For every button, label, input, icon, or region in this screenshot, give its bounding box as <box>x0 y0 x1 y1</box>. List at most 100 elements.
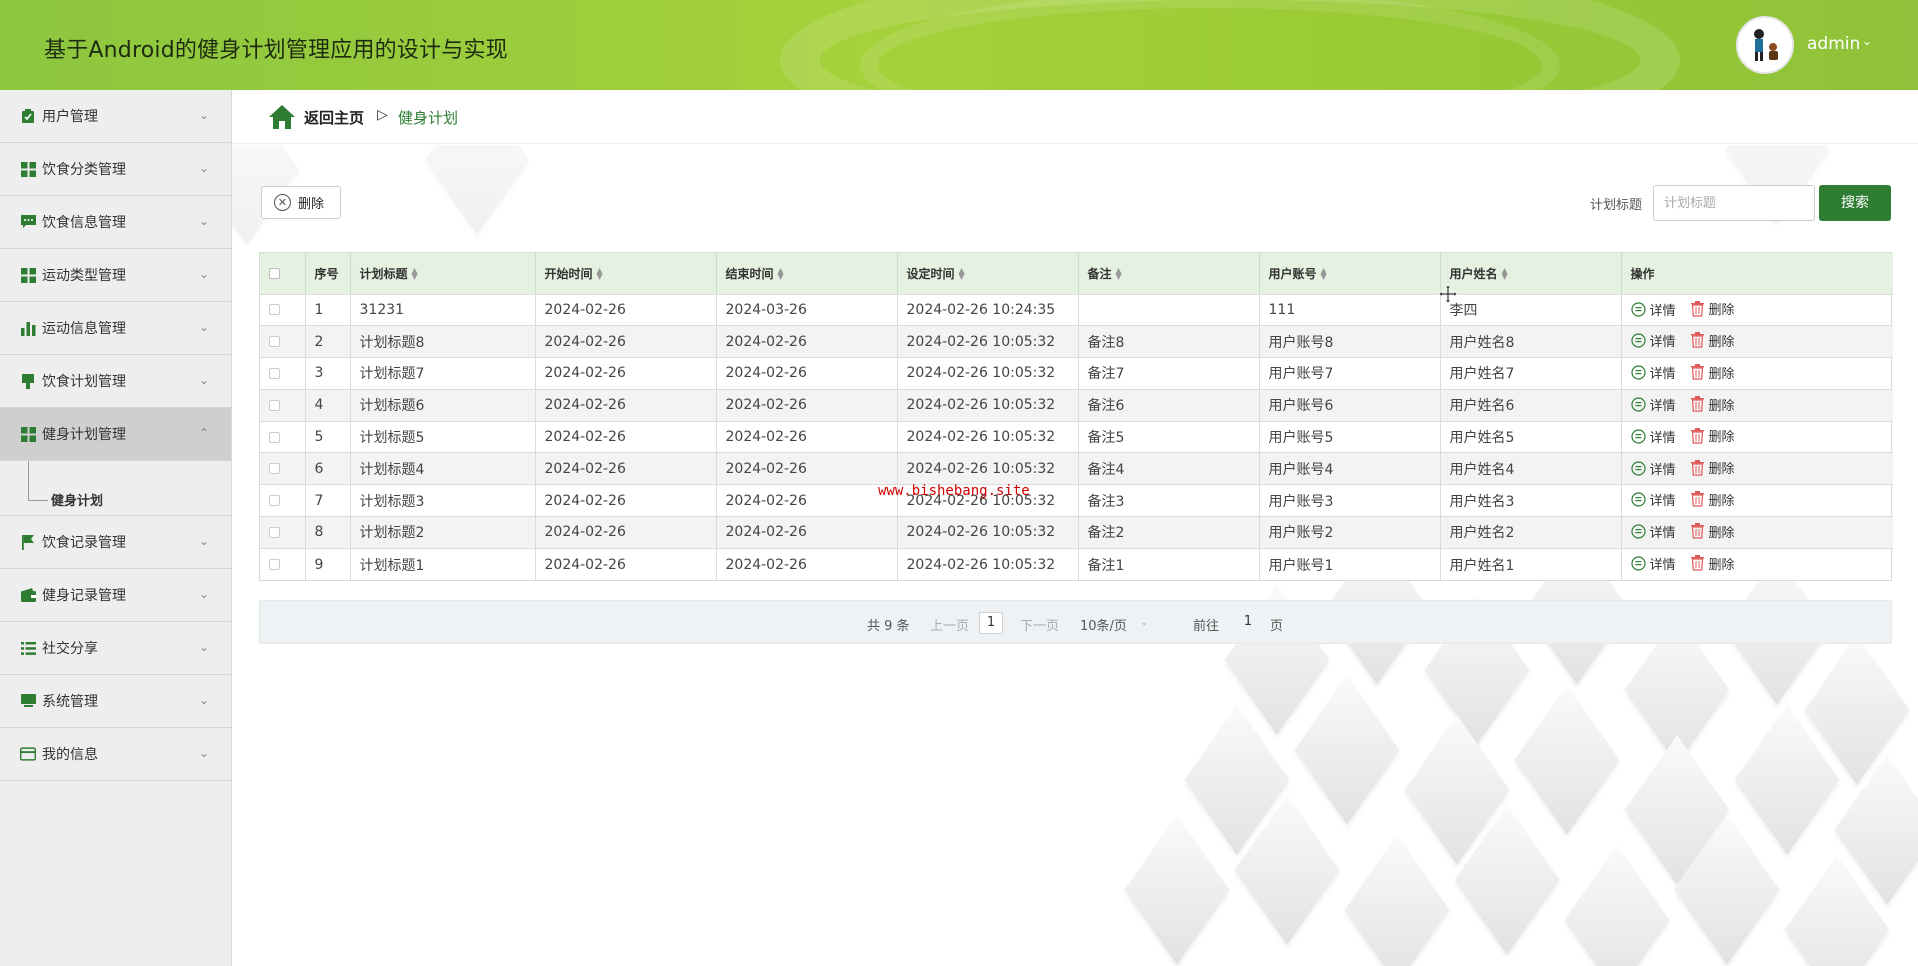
delete-button[interactable]: 删除 <box>1690 331 1735 350</box>
cell-no: 8 <box>305 516 351 549</box>
delete-button[interactable]: 删除 <box>1690 458 1735 477</box>
chevron-down-icon[interactable]: ⌄ <box>1862 34 1872 48</box>
column-header[interactable]: 设定时间 ▲ ▼ <box>897 253 1079 294</box>
row-select-cell <box>260 357 306 390</box>
trash-icon <box>1690 332 1704 349</box>
detail-label: 详情 <box>1649 335 1676 351</box>
sort-icon[interactable]: ▲ ▼ <box>778 267 784 281</box>
avatar[interactable] <box>1736 16 1794 74</box>
sidebar-item-diet-plan[interactable]: 饮食计划管理 ⌄ <box>0 355 231 408</box>
detail-button[interactable]: 详情 <box>1630 300 1676 319</box>
delete-button[interactable]: 删除 <box>1690 299 1735 318</box>
table-row: 8 计划标题2 2024-02-26 2024-02-26 2024-02-26 10:… <box>260 516 1893 549</box>
detail-button[interactable]: 详情 <box>1630 363 1676 382</box>
sidebar-item-fitness-record[interactable]: 健身记录管理 ⌄ <box>0 569 231 622</box>
row-select-cell <box>260 293 306 326</box>
row-select-cell <box>260 452 306 485</box>
sidebar-item-diet-info[interactable]: 饮食信息管理 ⌄ <box>0 196 231 249</box>
flag-icon <box>20 534 36 550</box>
column-header[interactable]: 用户账号 ▲ ▼ <box>1259 253 1441 294</box>
detail-button[interactable]: 详情 <box>1630 395 1676 414</box>
row-checkbox[interactable] <box>269 399 280 411</box>
sidebar-item-diet-record[interactable]: 饮食记录管理 ⌄ <box>0 516 231 569</box>
delete-button[interactable]: 删除 <box>1690 426 1735 445</box>
chevron-up-icon: ⌃ <box>198 426 209 440</box>
cell-title: 31231 <box>350 293 536 326</box>
prev-page-button[interactable]: 上一页 <box>930 615 969 634</box>
delete-label: 删除 <box>1708 462 1735 478</box>
detail-button[interactable]: 详情 <box>1630 490 1676 509</box>
breadcrumb-home-link[interactable]: 返回主页 <box>304 107 364 128</box>
cell-end: 2024-02-26 <box>716 357 898 390</box>
next-page-button[interactable]: 下一页 <box>1020 615 1059 634</box>
detail-label: 详情 <box>1649 526 1676 542</box>
column-header[interactable]: 用户姓名 ▲ ▼ <box>1440 253 1622 294</box>
cell-start: 2024-02-26 <box>535 293 717 326</box>
row-checkbox[interactable] <box>269 559 280 571</box>
sidebar-subitem-label: 健身计划 <box>51 494 104 509</box>
row-checkbox[interactable] <box>269 336 280 348</box>
sort-icon[interactable]: ▲ ▼ <box>597 267 603 281</box>
goto-page-input[interactable]: 1 <box>1231 612 1265 634</box>
cell-end: 2024-03-26 <box>716 293 898 326</box>
detail-button[interactable]: 详情 <box>1630 554 1676 573</box>
delete-button[interactable]: 删除 <box>1690 522 1735 541</box>
sidebar-item-exercise-type[interactable]: 运动类型管理 ⌄ <box>0 249 231 302</box>
select-all-checkbox[interactable] <box>269 268 280 280</box>
column-header[interactable]: 备注 ▲ ▼ <box>1078 253 1260 294</box>
sidebar-item-label: 健身计划管理 <box>42 427 126 443</box>
row-checkbox[interactable] <box>269 495 280 507</box>
search-button[interactable]: 搜索 <box>1819 185 1891 221</box>
sidebar-item-label: 饮食记录管理 <box>42 535 126 551</box>
delete-button[interactable]: 删除 <box>1690 490 1735 509</box>
header-select-all[interactable] <box>260 253 306 294</box>
sidebar-item-exercise-info[interactable]: 运动信息管理 ⌄ <box>0 302 231 355</box>
delete-button[interactable]: 删除 <box>1690 554 1735 573</box>
cell-start: 2024-02-26 <box>535 325 717 358</box>
batch-delete-button[interactable]: ✕ 删除 <box>261 186 341 219</box>
column-header[interactable]: 结束时间 ▲ ▼ <box>716 253 898 294</box>
delete-button[interactable]: 删除 <box>1690 363 1735 382</box>
sidebar-item-user-management[interactable]: 用户管理 ⌄ <box>0 90 231 143</box>
sidebar-item-system[interactable]: 系统管理 ⌄ <box>0 675 231 728</box>
row-checkbox[interactable] <box>269 526 280 538</box>
detail-button[interactable]: 详情 <box>1630 459 1676 478</box>
sort-icon[interactable]: ▲ ▼ <box>1116 267 1122 281</box>
sort-icon[interactable]: ▲ ▼ <box>1321 267 1327 281</box>
sort-icon[interactable]: ▲ ▼ <box>412 267 418 281</box>
background-cube <box>1294 675 1400 825</box>
row-checkbox[interactable] <box>269 463 280 475</box>
column-header[interactable]: 开始时间 ▲ ▼ <box>535 253 717 294</box>
home-icon[interactable] <box>268 104 296 134</box>
sidebar-item-fitness-plan[interactable]: 健身计划管理 ⌃ <box>0 408 231 461</box>
page-size-select[interactable]: 10条/页 <box>1080 615 1127 634</box>
detail-button[interactable]: 详情 <box>1630 522 1676 542</box>
cell-no: 2 <box>305 325 351 358</box>
cell-name: 用户姓名7 <box>1440 357 1622 390</box>
sidebar-item-diet-category[interactable]: 饮食分类管理 ⌄ <box>0 143 231 196</box>
row-checkbox[interactable] <box>269 431 280 443</box>
user-menu-name[interactable]: admin <box>1807 34 1860 54</box>
cell-set: 2024-02-26 10:05:32 <box>897 357 1079 390</box>
search-input[interactable] <box>1653 185 1815 221</box>
sidebar-item-social-share[interactable]: 社交分享 ⌄ <box>0 622 231 675</box>
page-number-1[interactable]: 1 <box>979 612 1003 634</box>
sidebar-subitem-fitness-plan[interactable]: 健身计划 <box>0 461 231 516</box>
cell-no: 7 <box>305 484 351 517</box>
sort-icon[interactable]: ▲ ▼ <box>959 267 965 281</box>
column-header[interactable]: 计划标题 ▲ ▼ <box>350 253 536 294</box>
delete-button[interactable]: 删除 <box>1690 395 1735 414</box>
row-checkbox[interactable] <box>269 367 280 379</box>
cell-set: 2024-02-26 10:05:32 <box>897 325 1079 358</box>
detail-button[interactable]: 详情 <box>1630 427 1676 446</box>
row-checkbox[interactable] <box>269 304 280 316</box>
sidebar-item-label: 饮食分类管理 <box>42 162 126 178</box>
sort-icon[interactable]: ▲ ▼ <box>1502 267 1508 281</box>
detail-button[interactable]: 详情 <box>1630 331 1676 351</box>
sidebar-item-my-info[interactable]: 我的信息 ⌄ <box>0 728 231 781</box>
background-cube <box>1124 815 1230 965</box>
cell-name: 用户姓名2 <box>1440 516 1622 549</box>
chevron-down-icon[interactable]: ⌄ <box>1140 617 1148 628</box>
sidebar-item-label: 我的信息 <box>42 747 98 763</box>
cell-title: 计划标题3 <box>350 484 536 517</box>
